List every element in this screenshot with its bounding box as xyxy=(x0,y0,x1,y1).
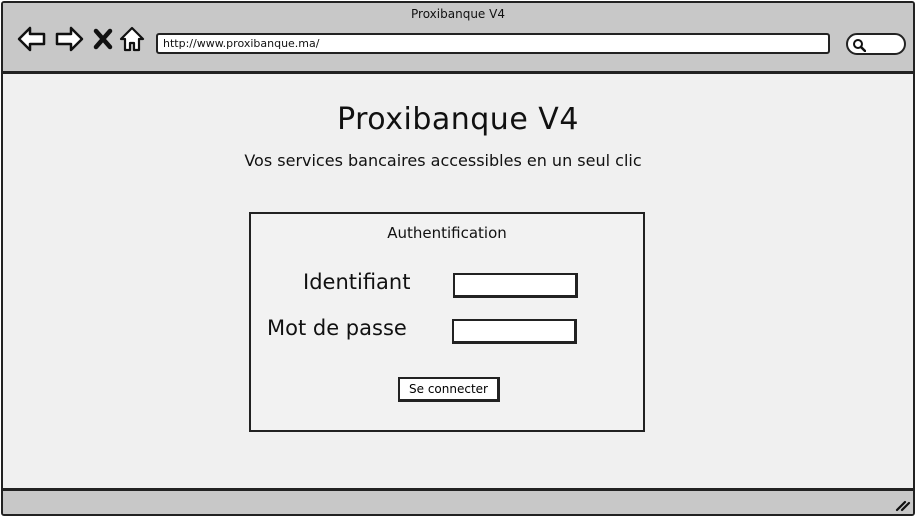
home-icon[interactable] xyxy=(119,25,145,53)
page-tagline: Vos services bancaires accessibles en un… xyxy=(244,151,642,170)
close-icon[interactable] xyxy=(92,25,114,53)
page-title: Proxibanque V4 xyxy=(337,102,579,137)
identifier-label: Identifiant xyxy=(303,270,411,294)
back-arrow-icon[interactable] xyxy=(17,25,47,53)
connect-button[interactable]: Se connecter xyxy=(398,377,500,402)
address-bar[interactable]: http://www.proxibanque.ma/ xyxy=(156,33,830,54)
page-content: Proxibanque V4 Vos services bancaires ac… xyxy=(3,74,913,490)
window-title: Proxibanque V4 xyxy=(411,7,505,21)
search-input[interactable] xyxy=(846,33,906,55)
identifier-field[interactable] xyxy=(453,273,578,298)
authentication-panel: Authentification Identifiant Mot de pass… xyxy=(249,212,645,432)
password-label: Mot de passe xyxy=(267,316,407,340)
search-icon xyxy=(853,39,866,52)
password-field[interactable] xyxy=(452,319,577,344)
browser-statusbar xyxy=(3,488,913,514)
resize-grip-icon[interactable] xyxy=(893,494,911,512)
authentication-title: Authentification xyxy=(387,224,507,242)
forward-arrow-icon[interactable] xyxy=(54,25,84,53)
browser-titlebar: Proxibanque V4 http://www.proxibanque.ma… xyxy=(3,3,913,74)
browser-window: Proxibanque V4 http://www.proxibanque.ma… xyxy=(1,1,915,516)
